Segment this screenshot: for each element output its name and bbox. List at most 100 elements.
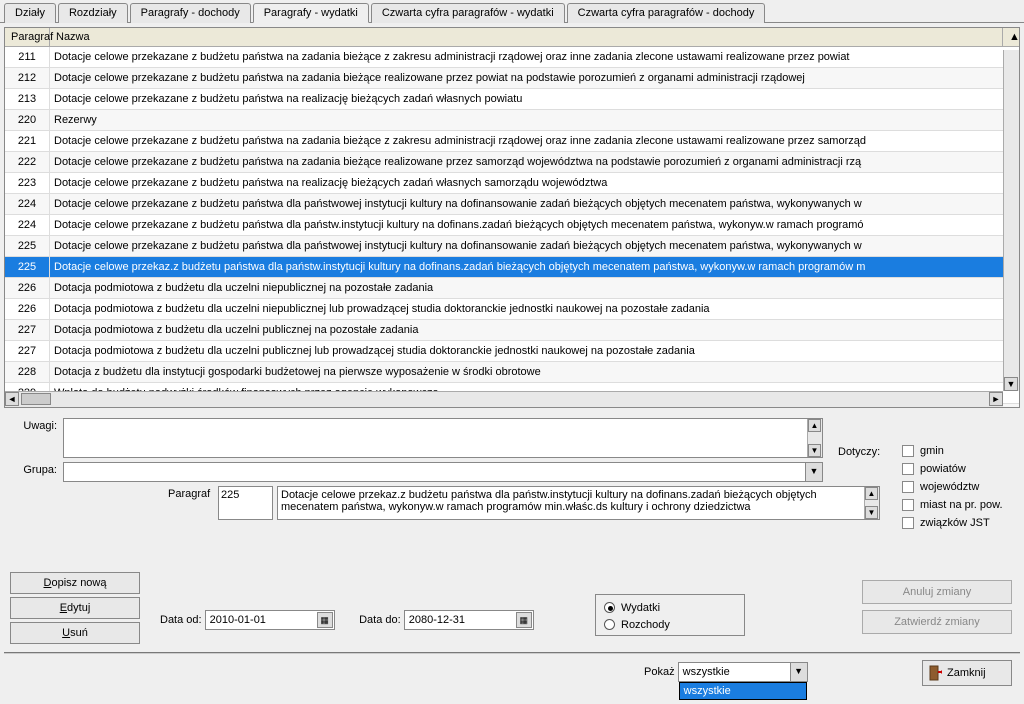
data-do-value: 2080-12-31 <box>409 614 465 626</box>
scroll-down-icon[interactable]: ▼ <box>1004 377 1018 391</box>
row-code: 213 <box>5 89 50 109</box>
calendar-icon[interactable]: ▦ <box>516 612 532 628</box>
radio-rozchody-label: Rozchody <box>621 619 670 631</box>
row-name: Dotacja z budżetu dla instytucji gospoda… <box>50 362 1019 382</box>
scroll-left-icon[interactable]: ◄ <box>5 392 19 406</box>
bottom-bar: Pokaż wszystkie ▼ wszystkie Zamknij <box>4 652 1020 694</box>
row-name: Dotacja podmiotowa z budżetu dla uczelni… <box>50 320 1019 340</box>
row-name: Rezerwy <box>50 110 1019 130</box>
scroll-down-icon[interactable]: ▼ <box>808 444 821 457</box>
dopisz-button[interactable]: Dopisz nową <box>10 572 140 594</box>
check-wojewodztw[interactable] <box>902 481 914 493</box>
row-code: 224 <box>5 215 50 235</box>
data-od-input[interactable]: 2010-01-01 ▦ <box>205 610 335 630</box>
chevron-down-icon[interactable]: ▼ <box>790 663 807 681</box>
exit-icon <box>929 665 943 681</box>
uwagi-scrollbar[interactable]: ▲ ▼ <box>807 419 822 457</box>
row-name: Dotacje celowe przekazane z budżetu pańs… <box>50 68 1019 88</box>
check-wojewodztw-label: województw <box>920 481 979 493</box>
radio-wydatki[interactable] <box>604 602 615 613</box>
paragraf-code-input[interactable]: 225 <box>218 486 273 520</box>
row-name: Dotacje celowe przekazane z budżetu pańs… <box>50 89 1019 109</box>
check-miast-label: miast na pr. pow. <box>920 499 1003 511</box>
dotyczy-label: Dotyczy: <box>838 444 888 458</box>
grupa-select[interactable]: ▼ <box>63 462 823 482</box>
table-row[interactable]: 221Dotacje celowe przekazane z budżetu p… <box>5 131 1019 152</box>
paragraf-desc-text: Dotacje celowe przekaz.z budżetu państwa… <box>281 489 817 513</box>
dotyczy-group: Dotyczy: gmin powiatów województw miast … <box>838 442 1008 532</box>
uwagi-input[interactable]: ▲ ▼ <box>63 418 823 458</box>
table-row[interactable]: 224Dotacje celowe przekazane z budżetu p… <box>5 194 1019 215</box>
tab-czwarta-dochody[interactable]: Czwarta cyfra paragrafów - dochody <box>567 3 766 23</box>
row-name: Dotacje celowe przekazane z budżetu pańs… <box>50 236 1019 256</box>
row-name: Dotacje celowe przekazane z budżetu pańs… <box>50 152 1019 172</box>
zatwierdz-button[interactable]: Zatwierdź zmiany <box>862 610 1012 634</box>
table-row[interactable]: 226Dotacja podmiotowa z budżetu dla ucze… <box>5 278 1019 299</box>
row-code: 226 <box>5 299 50 319</box>
row-code: 225 <box>5 257 50 277</box>
table-row[interactable]: 225Dotacje celowe przekazane z budżetu p… <box>5 236 1019 257</box>
row-code: 225 <box>5 236 50 256</box>
vertical-scrollbar[interactable]: ▼ <box>1003 50 1019 391</box>
paragraf-desc-input[interactable]: Dotacje celowe przekaz.z budżetu państwa… <box>277 486 880 520</box>
row-name: Dotacja podmiotowa z budżetu dla uczelni… <box>50 299 1019 319</box>
col-header-nazwa[interactable]: Nazwa <box>50 28 1003 46</box>
table-row[interactable]: 225Dotacje celowe przekaz.z budżetu pańs… <box>5 257 1019 278</box>
data-grid: Paragraf Nazwa ▲ 211Dotacje celowe przek… <box>4 27 1020 408</box>
table-row[interactable]: 211Dotacje celowe przekazane z budżetu p… <box>5 47 1019 68</box>
calendar-icon[interactable]: ▦ <box>317 612 333 628</box>
data-od-label: Data od: <box>160 614 202 626</box>
date-range: Data od: 2010-01-01 ▦ Data do: 2080-12-3… <box>160 610 534 630</box>
scroll-thumb[interactable] <box>21 393 51 405</box>
tab-czwarta-wydatki[interactable]: Czwarta cyfra paragrafów - wydatki <box>371 3 565 23</box>
scroll-up-icon[interactable]: ▲ <box>1003 28 1019 46</box>
paragraf-label: Paragraf <box>168 486 218 520</box>
zamknij-button[interactable]: Zamknij <box>922 660 1012 686</box>
row-name: Dotacje celowe przekazane z budżetu pańs… <box>50 173 1019 193</box>
row-name: Dotacja podmiotowa z budżetu dla uczelni… <box>50 341 1019 361</box>
row-code: 224 <box>5 194 50 214</box>
table-row[interactable]: 227Dotacja podmiotowa z budżetu dla ucze… <box>5 341 1019 362</box>
pokaz-option[interactable]: wszystkie <box>680 683 806 699</box>
table-row[interactable]: 213Dotacje celowe przekazane z budżetu p… <box>5 89 1019 110</box>
radio-rozchody[interactable] <box>604 619 615 630</box>
scroll-right-icon[interactable]: ► <box>989 392 1003 406</box>
table-row[interactable]: 222Dotacje celowe przekazane z budżetu p… <box>5 152 1019 173</box>
pokaz-label: Pokaż <box>644 666 675 678</box>
check-powiatow[interactable] <box>902 463 914 475</box>
table-row[interactable]: 212Dotacje celowe przekazane z budżetu p… <box>5 68 1019 89</box>
table-row[interactable]: 227Dotacja podmiotowa z budżetu dla ucze… <box>5 320 1019 341</box>
check-powiatow-label: powiatów <box>920 463 966 475</box>
table-row[interactable]: 226Dotacja podmiotowa z budżetu dla ucze… <box>5 299 1019 320</box>
row-code: 228 <box>5 362 50 382</box>
anuluj-button[interactable]: Anuluj zmiany <box>862 580 1012 604</box>
data-do-input[interactable]: 2080-12-31 ▦ <box>404 610 534 630</box>
check-zwiazkow[interactable] <box>902 517 914 529</box>
chevron-down-icon[interactable]: ▼ <box>805 463 822 481</box>
horizontal-scrollbar[interactable]: ◄ ► <box>5 391 1003 407</box>
check-gmin[interactable] <box>902 445 914 457</box>
grid-body[interactable]: 211Dotacje celowe przekazane z budżetu p… <box>5 47 1019 407</box>
scroll-up-icon[interactable]: ▲ <box>808 419 821 432</box>
check-miast[interactable] <box>902 499 914 511</box>
row-code: 223 <box>5 173 50 193</box>
row-name: Dotacje celowe przekaz.z budżetu państwa… <box>50 257 1019 277</box>
pokaz-select[interactable]: wszystkie ▼ wszystkie <box>678 662 808 682</box>
row-code: 222 <box>5 152 50 172</box>
col-header-paragraf[interactable]: Paragraf <box>5 28 50 46</box>
table-row[interactable]: 220Rezerwy <box>5 110 1019 131</box>
row-code: 212 <box>5 68 50 88</box>
table-row[interactable]: 224Dotacje celowe przekazane z budżetu p… <box>5 215 1019 236</box>
tab-paragrafy-wydatki[interactable]: Paragrafy - wydatki <box>253 3 369 23</box>
tab-rozdzialy[interactable]: Rozdziały <box>58 3 128 23</box>
table-row[interactable]: 223Dotacje celowe przekazane z budżetu p… <box>5 173 1019 194</box>
pokaz-dropdown[interactable]: wszystkie <box>679 682 807 700</box>
tab-dzialy[interactable]: Działy <box>4 3 56 23</box>
table-row[interactable]: 228Dotacja z budżetu dla instytucji gosp… <box>5 362 1019 383</box>
tab-paragrafy-dochody[interactable]: Paragrafy - dochody <box>130 3 251 23</box>
usun-button[interactable]: Usuń <box>10 622 140 644</box>
grid-header: Paragraf Nazwa ▲ <box>5 28 1019 47</box>
radio-wydatki-label: Wydatki <box>621 602 660 614</box>
uwagi-label: Uwagi: <box>8 418 63 432</box>
edytuj-button[interactable]: Edytuj <box>10 597 140 619</box>
